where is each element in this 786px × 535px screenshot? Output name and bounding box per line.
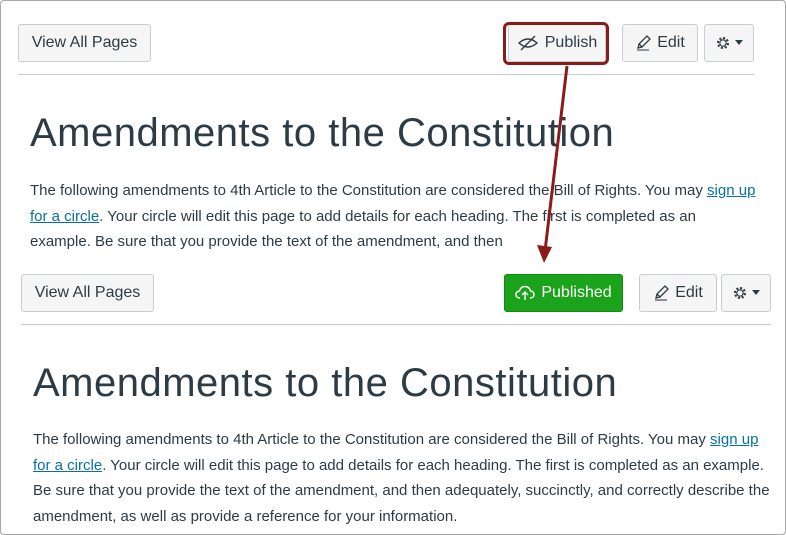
page-body-text: The following amendments to 4th Article …: [30, 178, 760, 255]
pencil-icon: [653, 285, 670, 301]
page-view-unpublished: View All Pages Publish Edit Amendments t…: [1, 1, 785, 263]
settings-menu-button[interactable]: [721, 274, 771, 312]
page-title: Amendments to the Constitution: [30, 111, 615, 155]
body-text-rest: . Your circle will edit this page to add…: [33, 456, 770, 525]
edit-label: Edit: [675, 284, 703, 301]
published-label: Published: [541, 284, 612, 301]
body-text-intro: The following amendments to 4th Article …: [30, 182, 708, 199]
header-divider: [18, 74, 754, 75]
edit-button[interactable]: Edit: [639, 274, 717, 312]
page-body-text: The following amendments to 4th Article …: [33, 427, 773, 529]
view-all-pages-button[interactable]: View All Pages: [18, 24, 151, 62]
gear-icon: [715, 35, 731, 51]
body-text-intro: The following amendments to 4th Article …: [33, 431, 711, 448]
caret-down-icon: [735, 40, 743, 46]
gear-icon: [732, 285, 748, 301]
page-view-published: View All Pages Published Edit Amendments…: [1, 263, 785, 534]
view-all-pages-label: View All Pages: [34, 284, 141, 301]
header-divider: [21, 324, 771, 325]
edit-button[interactable]: Edit: [622, 24, 698, 62]
published-button[interactable]: Published: [504, 274, 623, 312]
cloud-upload-icon: [515, 285, 536, 301]
view-all-pages-button[interactable]: View All Pages: [21, 274, 154, 312]
settings-menu-button[interactable]: [704, 24, 754, 62]
view-all-pages-label: View All Pages: [31, 34, 138, 51]
publish-highlight-box: [503, 22, 609, 65]
caret-down-icon: [752, 290, 760, 296]
page-title: Amendments to the Constitution: [33, 361, 618, 405]
body-text-rest: . Your circle will edit this page to add…: [30, 207, 696, 251]
pencil-icon: [635, 35, 652, 51]
edit-label: Edit: [657, 34, 685, 51]
screenshot-frame: View All Pages Publish Edit Amendments t…: [0, 0, 786, 535]
